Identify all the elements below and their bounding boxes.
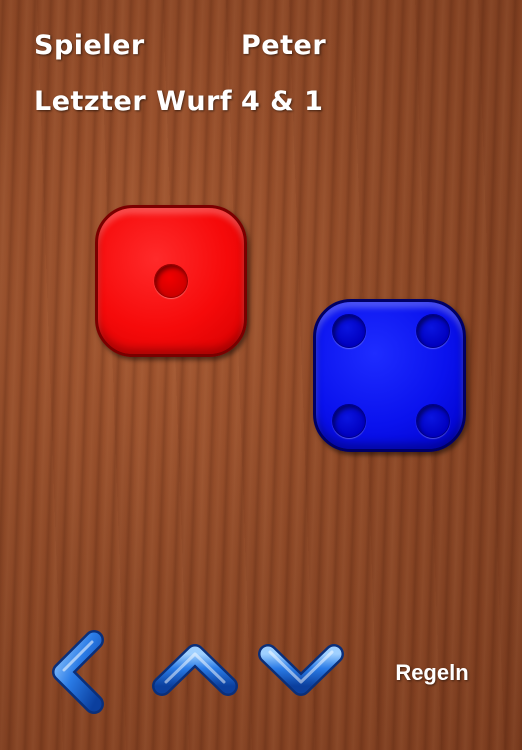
red-die[interactable] [95,205,247,357]
last-roll-label: Letzter Wurf [34,86,233,117]
die-pip [332,314,366,348]
last-roll-value: 4 & 1 [241,86,324,117]
die-pip [416,314,450,348]
up-button[interactable] [150,642,240,698]
rules-button[interactable]: Regeln [378,656,486,690]
chevron-left-icon [52,630,104,714]
down-button[interactable] [256,642,346,698]
player-value: Peter [241,30,327,61]
back-button[interactable] [50,630,106,714]
chevron-up-icon [152,644,238,696]
chevron-down-icon [258,644,344,696]
die-pip [416,404,450,438]
player-label: Spieler [34,30,145,61]
blue-die[interactable] [313,299,466,452]
die-pip [332,404,366,438]
die-pip [154,264,188,298]
